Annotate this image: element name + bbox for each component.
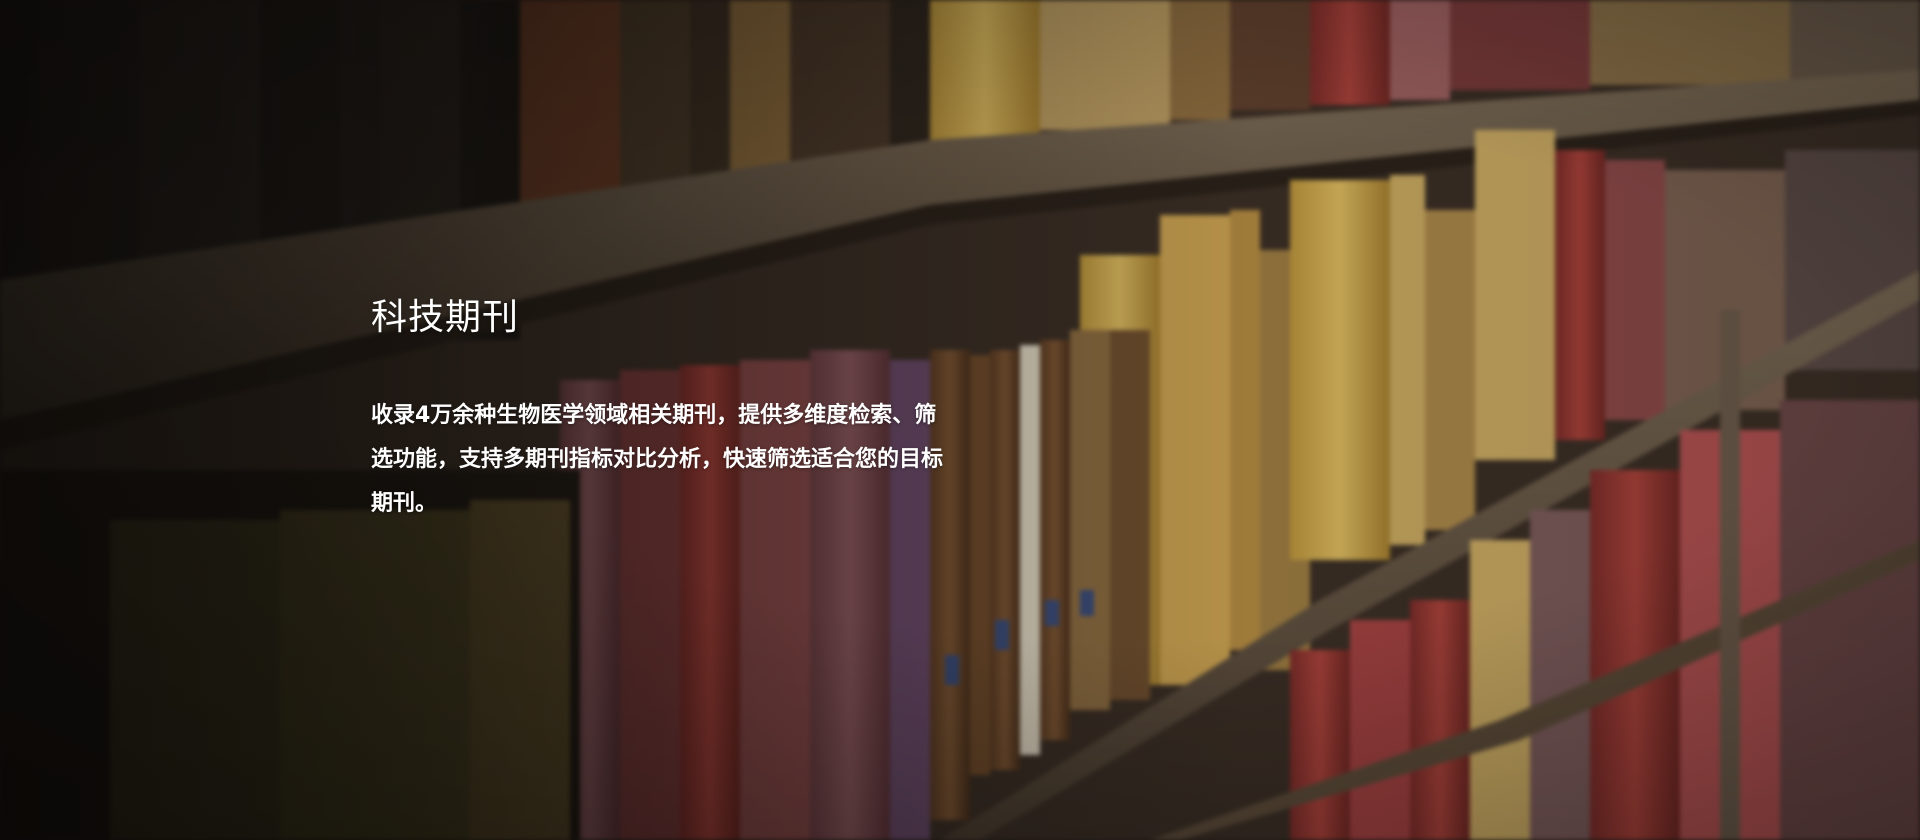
vignette-overlay [0, 0, 1920, 840]
hero-title: 科技期刊 [371, 297, 520, 338]
hero-banner: 科技期刊 收录4万余种生物医学领域相关期刊，提供多维度检索、筛选功能，支持多期刊… [0, 0, 1920, 840]
hero-content: 科技期刊 收录4万余种生物医学领域相关期刊，提供多维度检索、筛选功能，支持多期刊… [371, 292, 951, 526]
hero-description: 收录4万余种生物医学领域相关期刊，提供多维度检索、筛选功能，支持多期刊指标对比分… [371, 403, 944, 516]
